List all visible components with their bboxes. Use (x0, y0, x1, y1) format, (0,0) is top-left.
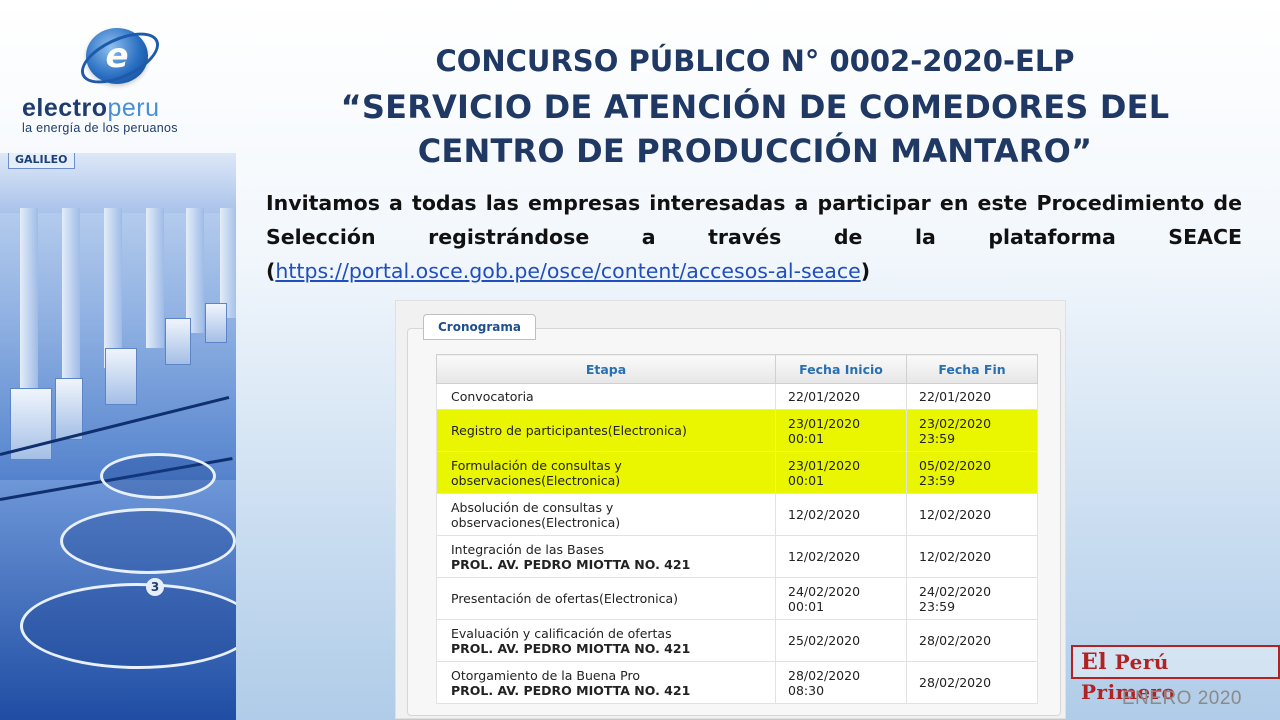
date-value: 05/02/2020 (919, 457, 992, 473)
time-value: 23:59 (919, 472, 956, 488)
cell-fecha-inicio: 23/01/2020 00:01 (775, 409, 907, 452)
table-row: Registro de participantes(Electronica) 23… (436, 409, 1038, 452)
date-value: 22/01/2020 (919, 389, 992, 404)
date-value: 24/02/2020 (788, 583, 861, 599)
etapa-label: Formulación de consultas y observaciones… (451, 457, 622, 488)
etapa-label: Convocatoria (451, 389, 534, 404)
el-peru-primero-logo: El Perú Primero (1071, 645, 1280, 704)
date-value: 25/02/2020 (788, 633, 861, 648)
time-value: 00:01 (788, 472, 825, 488)
electroperu-logo-icon: e (86, 28, 148, 84)
cell-fecha-fin: 28/02/2020 (906, 619, 1038, 662)
slide-date: ENERO 2020 (1121, 688, 1242, 709)
cell-etapa: Registro de participantes(Electronica) (436, 409, 776, 452)
cell-fecha-inicio: 28/02/2020 08:30 (775, 661, 907, 704)
date-value: 23/02/2020 (919, 415, 992, 431)
time-value: 23:59 (919, 430, 956, 446)
logo-tagline: la energía de los peruanos (22, 121, 178, 135)
schedule-table: Etapa Fecha Inicio Fecha Fin Convocatori… (436, 354, 1038, 704)
page-title-line1: CONCURSO PÚBLICO N° 0002-2020-ELP (435, 44, 1075, 78)
col-header-etapa: Etapa (436, 354, 776, 384)
cell-fecha-inicio: 23/01/2020 00:01 (775, 451, 907, 494)
seace-link[interactable]: https://portal.osce.gob.pe/osce/content/… (275, 259, 860, 283)
invitation-text: Invitamos a todas las empresas interesad… (266, 191, 1242, 283)
table-row: Otorgamiento de la Buena Pro PROL. AV. PE… (436, 661, 1038, 704)
etapa-location: PROL. AV. PEDRO MIOTTA NO. 421 (451, 556, 691, 572)
date-value: 22/01/2020 (788, 389, 861, 404)
cell-etapa: Absolución de consultas y observaciones(… (436, 493, 776, 536)
table-row: Integración de las Bases PROL. AV. PEDRO … (436, 535, 1038, 578)
date-value: 12/02/2020 (788, 507, 861, 522)
logo-word-electro: electro (22, 94, 108, 122)
time-value: 00:01 (788, 430, 825, 446)
cell-fecha-inicio: 12/02/2020 (775, 493, 907, 536)
table-row: Absolución de consultas y observaciones(… (436, 493, 1038, 536)
col-header-fecha-inicio: Fecha Inicio (775, 354, 907, 384)
etapa-label: Registro de participantes(Electronica) (451, 423, 687, 438)
etapa-location: PROL. AV. PEDRO MIOTTA NO. 421 (451, 682, 691, 698)
tab-cronograma[interactable]: Cronograma (423, 314, 536, 340)
cell-fecha-fin: 23/02/2020 23:59 (906, 409, 1038, 452)
page-title-line3: CENTRO DE PRODUCCIÓN MANTARO” (417, 132, 1093, 170)
invitation-body: Invitamos a todas las empresas interesad… (266, 191, 1242, 249)
cell-etapa: Otorgamiento de la Buena Pro PROL. AV. PE… (436, 661, 776, 704)
etapa-label: Absolución de consultas y observaciones(… (451, 499, 621, 530)
time-value: 00:01 (788, 598, 825, 614)
cell-etapa: Convocatoria (436, 383, 776, 410)
date-value: 12/02/2020 (919, 549, 992, 564)
cell-etapa: Presentación de ofertas(Electronica) (436, 577, 776, 620)
table-row: Formulación de consultas y observaciones… (436, 451, 1038, 494)
etapa-label: Evaluación y calificación de ofertas (451, 625, 672, 641)
date-value: 12/02/2020 (919, 507, 992, 522)
col-header-fecha-fin: Fecha Fin (906, 354, 1038, 384)
cronograma-panel: Cronograma Etapa Fecha Inicio Fecha Fin … (395, 300, 1066, 719)
date-value: 28/02/2020 (919, 675, 992, 690)
cell-fecha-fin: 05/02/2020 23:59 (906, 451, 1038, 494)
cell-etapa: Evaluación y calificación de ofertas PROL… (436, 619, 776, 662)
cell-fecha-fin: 12/02/2020 (906, 493, 1038, 536)
date-value: 28/02/2020 (788, 667, 861, 683)
time-value: 23:59 (919, 598, 956, 614)
table-row: Convocatoria 22/01/2020 22/01/2020 (436, 383, 1038, 410)
date-value: 23/01/2020 (788, 457, 861, 473)
cell-fecha-fin: 22/01/2020 (906, 383, 1038, 410)
table-row: Evaluación y calificación de ofertas PROL… (436, 619, 1038, 662)
cell-etapa: Formulación de consultas y observaciones… (436, 451, 776, 494)
power-plant-photo: GALILEO 3 (0, 153, 236, 720)
photo-unit-number: 3 (146, 578, 164, 596)
logo-word-peru: peru (107, 94, 160, 122)
cell-fecha-inicio: 12/02/2020 (775, 535, 907, 578)
cell-fecha-fin: 12/02/2020 (906, 535, 1038, 578)
cell-fecha-inicio: 22/01/2020 (775, 383, 907, 410)
etapa-label: Integración de las Bases (451, 541, 604, 557)
logo-mark-letter: e (105, 36, 129, 76)
cell-fecha-fin: 28/02/2020 (906, 661, 1038, 704)
electroperu-logo: e electroperu la energía de los peruanos (14, 24, 224, 139)
page-title-line2: “SERVICIO DE ATENCIÓN DE COMEDORES DEL (340, 88, 1170, 126)
logo-wordmark: electroperu (22, 94, 160, 123)
cell-fecha-inicio: 24/02/2020 00:01 (775, 577, 907, 620)
etapa-label: Presentación de ofertas(Electronica) (451, 591, 679, 606)
time-value: 08:30 (788, 682, 825, 698)
cell-fecha-fin: 24/02/2020 23:59 (906, 577, 1038, 620)
date-value: 28/02/2020 (919, 633, 992, 648)
etapa-location: PROL. AV. PEDRO MIOTTA NO. 421 (451, 640, 691, 656)
date-value: 12/02/2020 (788, 549, 861, 564)
etapa-label: Otorgamiento de la Buena Pro (451, 667, 640, 683)
date-value: 23/01/2020 (788, 415, 861, 431)
date-value: 24/02/2020 (919, 583, 992, 599)
table-row: Presentación de ofertas(Electronica) 24/0… (436, 577, 1038, 620)
cell-etapa: Integración de las Bases PROL. AV. PEDRO … (436, 535, 776, 578)
photo-sign: GALILEO (8, 153, 75, 169)
cell-fecha-inicio: 25/02/2020 (775, 619, 907, 662)
